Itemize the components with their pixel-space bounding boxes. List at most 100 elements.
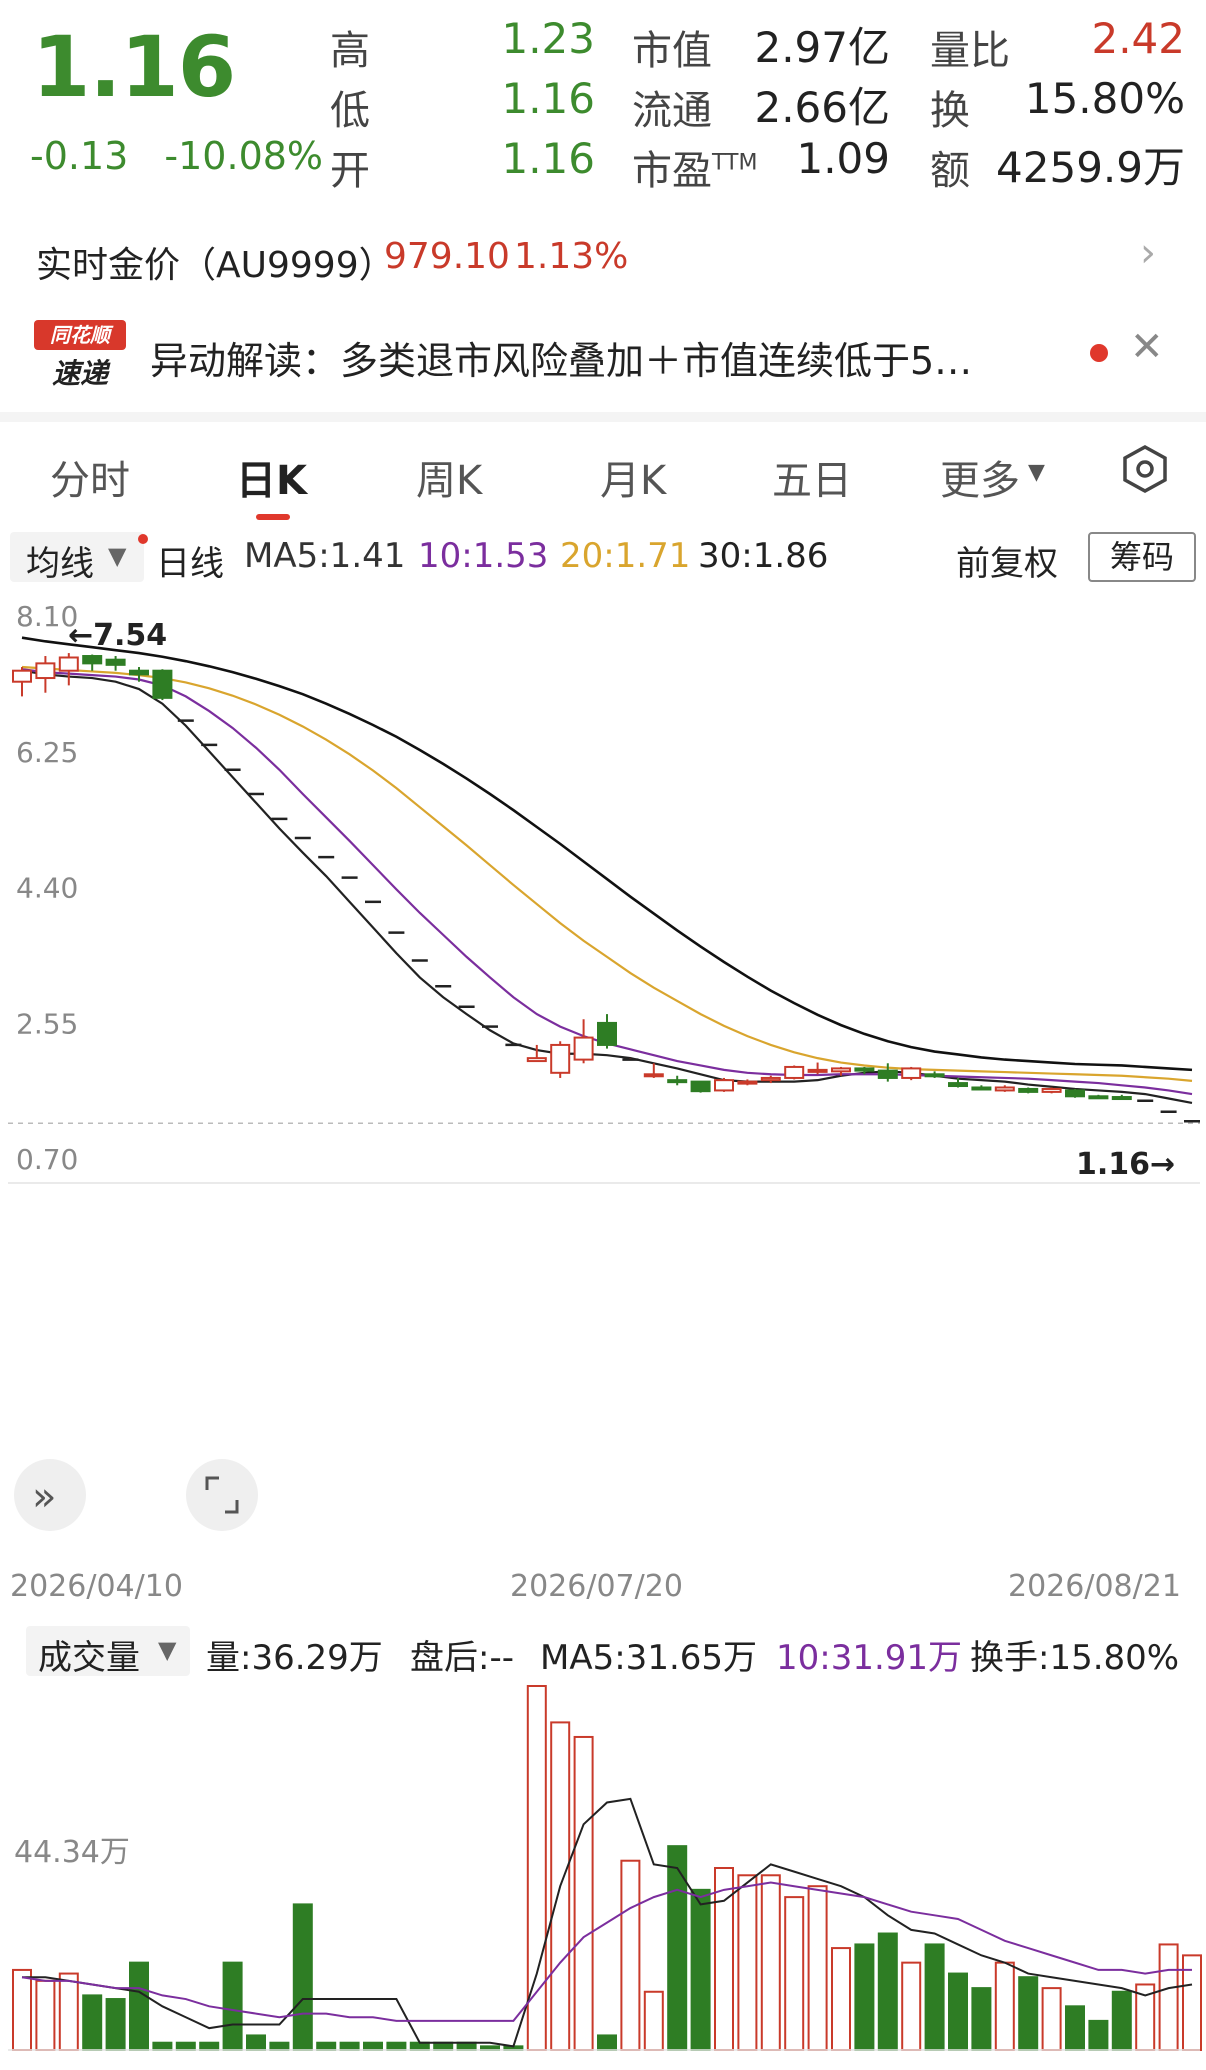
tab-2[interactable]: 周K — [416, 448, 482, 506]
volume-bar — [1111, 1990, 1132, 2052]
volume-bar — [573, 1735, 594, 2052]
date-axis-label: 2026/07/20 — [510, 1569, 683, 1604]
volume-chart[interactable]: 44.34万 — [0, 1684, 1206, 2070]
candle-body — [737, 1080, 758, 1085]
ma-selector-label: 均线 — [26, 544, 94, 584]
chips-button[interactable]: 筹码 — [1088, 532, 1196, 582]
quote-label: 低 — [330, 88, 370, 134]
news-badge: 同花顺 速递 — [34, 320, 126, 394]
last-price-label: 1.16→ — [1076, 1147, 1175, 1182]
volume-bar — [784, 1896, 805, 2051]
volume-bar — [643, 1990, 664, 2052]
candle-body — [105, 658, 126, 666]
candle-body — [948, 1082, 968, 1088]
gold-price: 979.10 — [384, 236, 510, 277]
candle-body — [971, 1086, 992, 1091]
kline-chart[interactable]: 8.106.254.402.550.70←7.541.16→2026/04/10… — [0, 590, 1206, 1620]
volume-ma10: 10:31.91万 — [776, 1638, 963, 1678]
ma-selector[interactable]: 均线 ▼ — [10, 532, 144, 584]
quote-row: 高 1.23 市值 2.97亿 量比 2.42 — [330, 14, 1190, 74]
candle-body — [152, 669, 173, 699]
tab-1[interactable]: 日K — [236, 448, 307, 506]
volume-bar — [901, 1961, 922, 2052]
news-badge-bottom: 速递 — [51, 357, 108, 390]
volume-legend-bar: 成交量 ▼ 量:36.29万 盘后:-- MA5:31.65万 10:31.91… — [0, 1620, 1206, 1684]
volume-bar — [854, 1943, 875, 2051]
double-chevron-icon: » — [32, 1474, 56, 1520]
volume-bar — [971, 1987, 992, 2051]
candle-body — [550, 1043, 571, 1074]
candle-body — [854, 1067, 875, 1072]
tab-5[interactable]: 更多 — [940, 448, 1020, 506]
volume-bar — [175, 2041, 196, 2052]
candle-body — [1041, 1087, 1062, 1093]
candle-body — [1088, 1095, 1109, 1100]
volume-bar — [152, 2041, 173, 2052]
volume-bar — [948, 1972, 968, 2051]
volume-bar — [386, 2041, 407, 2052]
volume-bar — [58, 1972, 79, 2051]
candle-body — [1111, 1096, 1132, 1101]
volume-bar — [269, 2041, 290, 2052]
candle-body — [129, 669, 149, 676]
after-hours: 盘后:-- — [410, 1638, 514, 1678]
turnover-value: 换手:15.80% — [970, 1638, 1180, 1678]
candle-body — [573, 1036, 594, 1061]
volume-bar — [316, 2041, 337, 2052]
adjust-mode[interactable]: 前复权 — [956, 536, 1058, 585]
volume-bar — [409, 2041, 430, 2052]
volume-selector[interactable]: 成交量 ▼ — [26, 1626, 190, 1678]
volume-ma10-line — [21, 1881, 1192, 2022]
close-icon[interactable]: ✕ — [1130, 324, 1164, 370]
quote-value: 1.09 — [796, 134, 890, 183]
settings-hexagon-icon[interactable] — [1120, 444, 1167, 493]
price-tick-label: 0.70 — [16, 1143, 78, 1176]
quote-value: 1.16 — [501, 134, 595, 183]
dropdown-caret-icon: ▼ — [108, 542, 127, 570]
ma20-value: 20:1.71 — [560, 536, 691, 576]
volume-bar — [35, 1979, 56, 2051]
quote-row: 开 1.16 市盈TTM 1.09 额 4259.9万 — [330, 134, 1190, 194]
volume-bar — [339, 2041, 360, 2052]
quote-value: 2.97亿 — [754, 23, 890, 72]
volume-bar — [737, 1874, 758, 2051]
price-change-abs: -0.13 — [30, 134, 129, 178]
volume-bar — [620, 1859, 641, 2051]
ma10-value: 10:1.53 — [418, 536, 549, 576]
tab-0[interactable]: 分时 — [50, 448, 130, 506]
quote-value: 2.66亿 — [754, 83, 890, 132]
price-tick-label: 6.25 — [16, 736, 78, 769]
news-text[interactable]: 异动解读：多类退市风险叠加＋市值连续低于5… — [150, 330, 1070, 385]
volume-bar — [760, 1874, 781, 2051]
volume-bar — [1041, 1987, 1062, 2051]
candle-body — [831, 1067, 851, 1073]
quote-value: 1.16 — [501, 74, 595, 123]
quote-label: 额 — [930, 148, 970, 194]
candle-body — [597, 1021, 617, 1046]
ma5-value: MA5:1.41 — [244, 536, 406, 576]
volume-bar — [246, 2034, 266, 2052]
high-price-label: ←7.54 — [68, 618, 167, 653]
ma-legend-bar: 均线 ▼ 日线 MA5:1.41 10:1.53 20:1.71 30:1.86… — [0, 530, 1206, 590]
candle-body — [994, 1086, 1015, 1092]
gold-price-bar[interactable]: 实时金价（AU9999） 979.10 1.13% › — [0, 226, 1206, 298]
candle-body — [12, 669, 32, 683]
candle-body — [58, 656, 79, 672]
tab-4[interactable]: 五日 — [772, 448, 852, 506]
tab-3[interactable]: 月K — [600, 448, 666, 506]
news-bar[interactable]: 同花顺 速递 异动解读：多类退市风险叠加＋市值连续低于5… ✕ — [0, 312, 1206, 402]
dropdown-caret-icon: ▼ — [158, 1636, 177, 1664]
date-axis-label: 2026/04/10 — [10, 1569, 183, 1604]
candle-body — [643, 1073, 664, 1078]
volume-bar — [363, 2041, 383, 2052]
quote-value: 1.23 — [501, 14, 595, 63]
candle-body — [526, 1057, 547, 1063]
more-caret-icon: ▼ — [1028, 460, 1045, 485]
candle-body — [667, 1079, 688, 1084]
volume-bar — [433, 2041, 454, 2052]
quote-row: 低 1.16 流通 2.66亿换 15.80% — [330, 74, 1190, 134]
volume-axis-label: 44.34万 — [14, 1835, 130, 1870]
volume-bar — [105, 1998, 126, 2052]
volume-bar — [924, 1943, 945, 2051]
last-price: 1.16 — [32, 18, 236, 116]
